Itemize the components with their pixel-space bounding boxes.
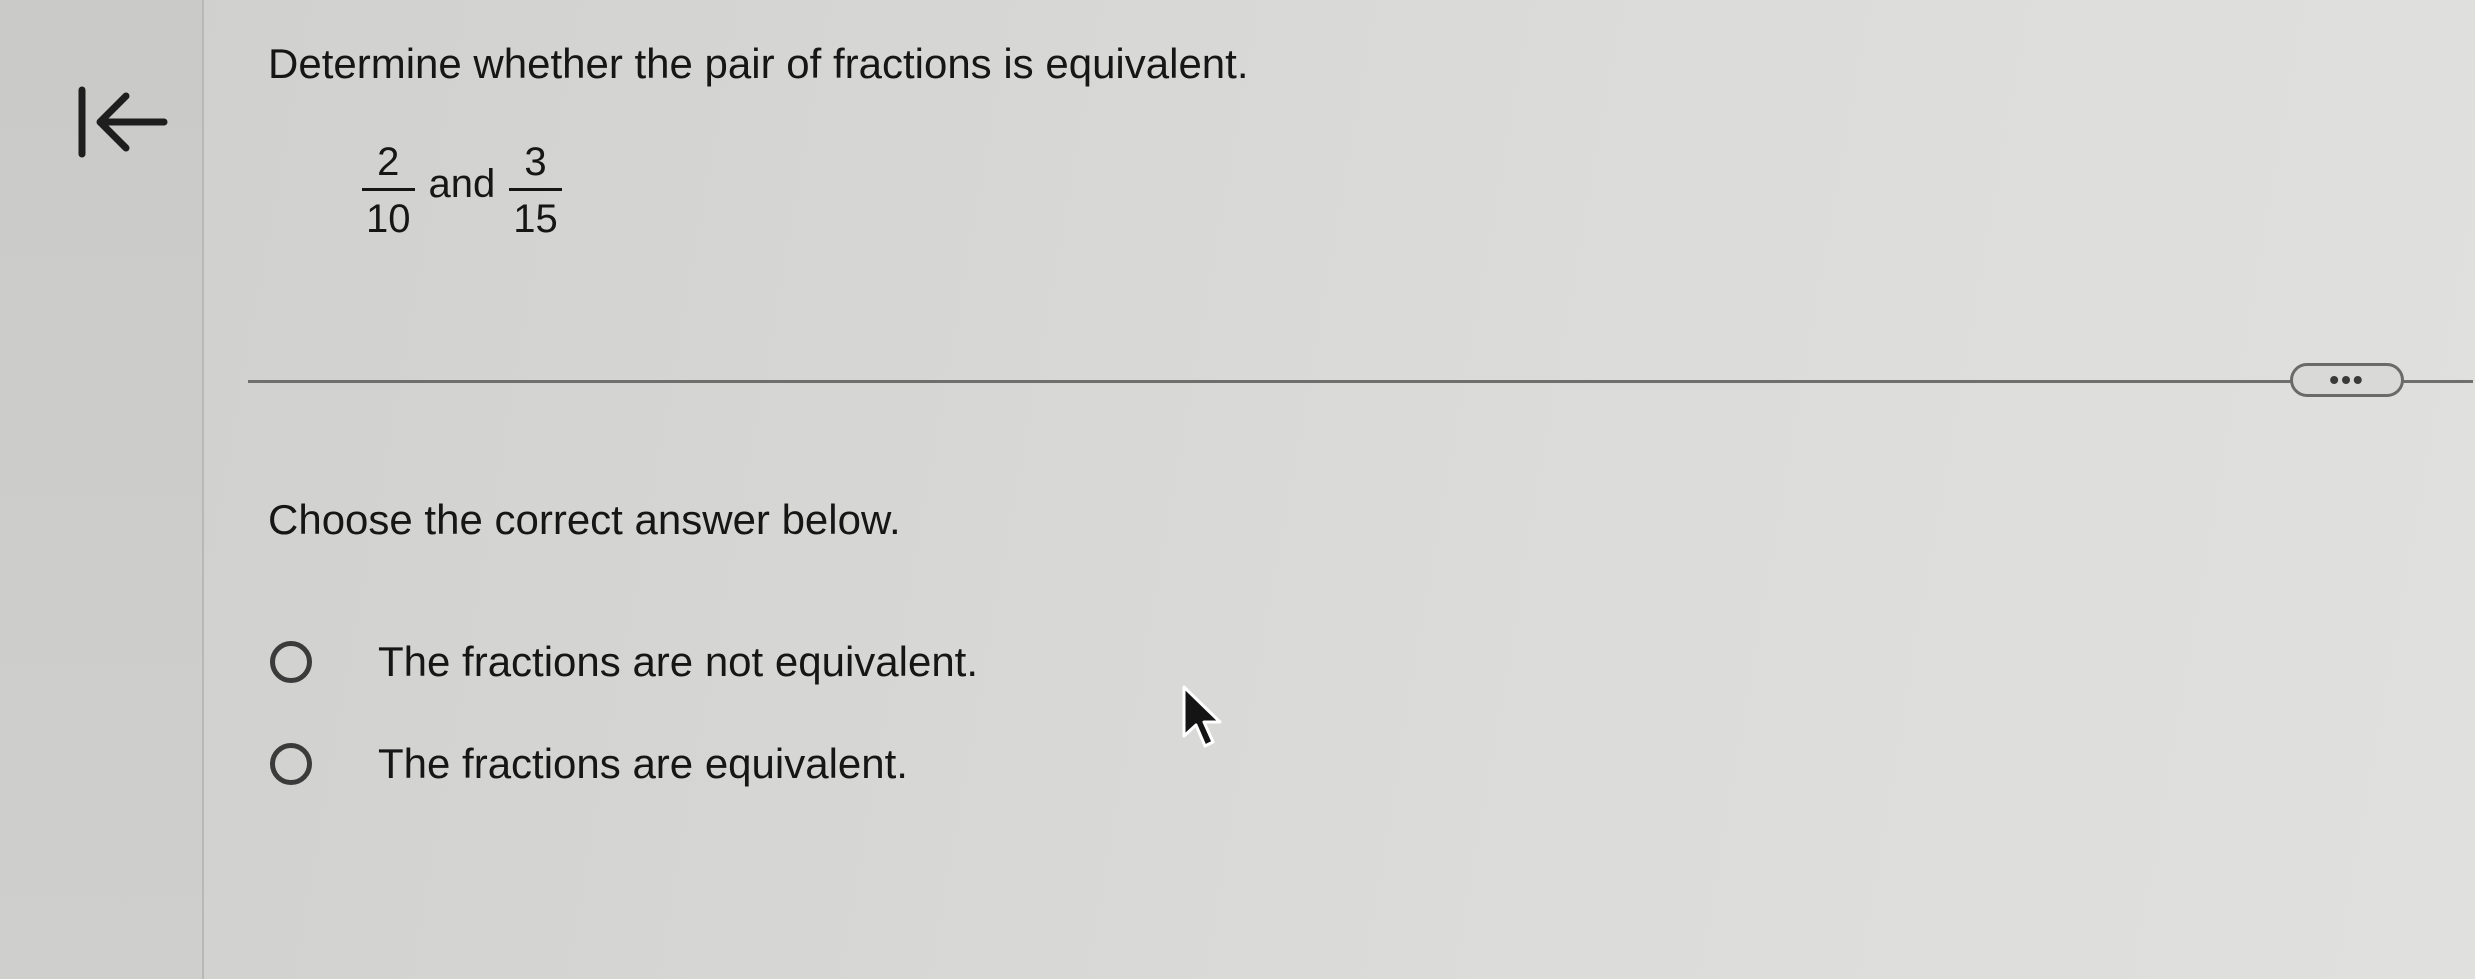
section-divider	[248, 380, 2473, 383]
back-to-start-button[interactable]	[70, 82, 170, 162]
first-page-icon	[78, 86, 168, 158]
radio-button[interactable]	[270, 641, 312, 683]
fraction-a-bar	[362, 188, 415, 191]
fraction-a-denominator: 10	[366, 197, 411, 241]
answer-option-not-equivalent[interactable]: The fractions are not equivalent.	[268, 632, 978, 692]
fraction-b-numerator: 3	[524, 140, 547, 184]
answer-prompt: Choose the correct answer below.	[268, 496, 901, 543]
answer-option-label: The fractions are equivalent.	[378, 740, 908, 787]
fraction-b: 3 15	[509, 140, 562, 241]
fraction-expression: 2 10 and 3 15	[362, 140, 562, 241]
more-options-button[interactable]: •••	[2290, 363, 2404, 397]
mouse-pointer-icon	[1182, 685, 1222, 748]
left-rail	[0, 0, 204, 979]
fraction-b-denominator: 15	[513, 197, 558, 241]
radio-button[interactable]	[270, 743, 312, 785]
conjunction-text: and	[428, 162, 496, 206]
answer-option-equivalent[interactable]: The fractions are equivalent.	[268, 734, 908, 794]
answer-option-label: The fractions are not equivalent.	[378, 638, 979, 685]
fraction-b-bar	[509, 188, 562, 191]
fraction-a-numerator: 2	[377, 140, 400, 184]
fraction-a: 2 10	[362, 140, 415, 241]
question-text: Determine whether the pair of fractions …	[268, 40, 1249, 87]
question-panel: Determine whether the pair of fractions …	[248, 0, 2475, 979]
